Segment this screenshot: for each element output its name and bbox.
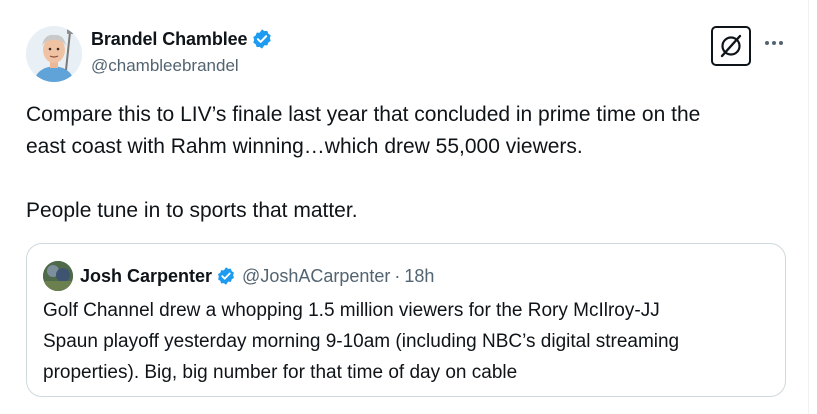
more-icon [765,41,769,45]
tweet-text-line: People tune in to sports that matter. [26,199,358,222]
quoted-author-avatar [43,261,73,291]
quoted-tweet-card[interactable]: Josh Carpenter @JoshACarpenter · 18h Gol… [26,243,786,397]
tweet-text-line: Compare this to LIV’s finale last year t… [26,103,701,126]
tweet-text-line: east coast with Rahm winning…which drew … [26,135,583,158]
quoted-avatar-icon [43,261,73,291]
cartoon-golfer-avatar-icon [26,26,82,82]
quoted-verified-badge-icon [218,267,234,285]
quoted-text-line: properties). Big, big number for that ti… [43,362,518,383]
tweet-text: Compare this to LIV’s finale last year t… [26,99,796,227]
quoted-timestamp: 18h [404,265,435,286]
grok-icon [720,34,742,58]
more-button[interactable] [761,30,787,56]
quoted-separator: · [394,265,401,286]
quoted-tweet-text: Golf Channel drew a whopping 1.5 million… [43,295,773,388]
verified-badge-icon[interactable] [251,28,273,50]
quoted-author-handle: @JoshACarpenter [242,265,391,286]
quoted-tweet-header: Josh Carpenter @JoshACarpenter · 18h [43,261,435,291]
author-display-name[interactable]: Brandel Chamblee [91,29,248,50]
quoted-text-line: Spaun playoff yesterday morning 9-10am (… [43,331,680,352]
quoted-author-name: Josh Carpenter [80,265,213,286]
author-handle[interactable]: @chambleebrandel [91,54,273,78]
author-avatar[interactable] [26,26,82,82]
column-divider [808,0,809,414]
more-icon-dot [772,41,776,45]
quoted-text-line: Golf Channel drew a whopping 1.5 million… [43,300,660,321]
tweet-text-line [26,163,796,195]
more-icon-dot [779,41,783,45]
grok-button[interactable] [711,26,751,66]
author-block: Brandel Chamblee @chambleebrandel [91,26,273,78]
